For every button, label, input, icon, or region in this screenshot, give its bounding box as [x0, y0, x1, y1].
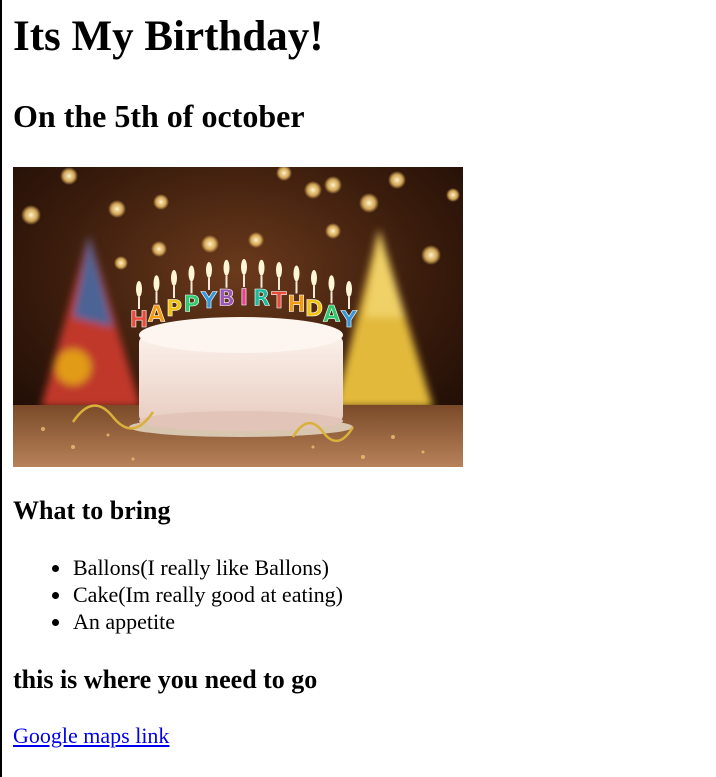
- page-title: Its My Birthday!: [13, 13, 324, 60]
- candle-flame: [276, 261, 282, 278]
- candle-flame: [188, 265, 195, 282]
- candle-letter: I: [240, 286, 248, 311]
- candle-flame: [171, 270, 177, 286]
- candle-letter: B: [218, 287, 235, 312]
- window-left-edge: [0, 0, 2, 777]
- candle-letter: H: [287, 292, 305, 317]
- candle-letter: R: [253, 287, 270, 312]
- candle-flame: [328, 275, 335, 292]
- birthday-cake-image: HAPPYBIRTHDAY: [13, 167, 463, 467]
- candle-flame: [136, 281, 142, 297]
- candle-letter: P: [166, 297, 182, 322]
- candle-flame: [223, 259, 230, 276]
- candle-letter: A: [148, 302, 165, 327]
- candle-flame: [346, 281, 352, 297]
- candle-letter: D: [305, 297, 323, 322]
- candle-flame: [153, 275, 160, 292]
- bring-list: Ballons(I really like Ballons) Cake(Im r…: [13, 554, 343, 635]
- candle-letter: H: [130, 308, 148, 333]
- list-item-text: Cake(Im really good at eating): [73, 582, 344, 607]
- directions-heading: this is where you need to go: [13, 665, 318, 694]
- bullet-icon: [52, 565, 59, 572]
- list-item-text: Ballons(I really like Ballons): [73, 555, 329, 580]
- what-to-bring-heading: What to bring: [13, 496, 171, 525]
- candle-flame: [206, 261, 212, 278]
- candle-flame: [311, 270, 317, 286]
- candle-letter: Y: [200, 289, 218, 314]
- list-item: Cake(Im really good at eating): [13, 581, 343, 608]
- list-item-text: An appetite: [73, 609, 176, 634]
- candle-flame: [258, 259, 265, 276]
- candle-letter: P: [183, 292, 199, 317]
- list-item: Ballons(I really like Ballons): [13, 554, 343, 581]
- page-subtitle: On the 5th of october: [13, 98, 305, 134]
- bullet-icon: [52, 592, 59, 599]
- candle-flame: [293, 265, 300, 282]
- candle-flame: [241, 259, 247, 275]
- google-maps-link[interactable]: Google maps link: [13, 722, 169, 749]
- candle-letter: Y: [340, 308, 358, 333]
- candle-letter: T: [271, 289, 286, 314]
- bullet-icon: [52, 619, 59, 626]
- cake: [139, 317, 343, 431]
- list-item: An appetite: [13, 608, 343, 635]
- candle-letter: A: [323, 302, 340, 327]
